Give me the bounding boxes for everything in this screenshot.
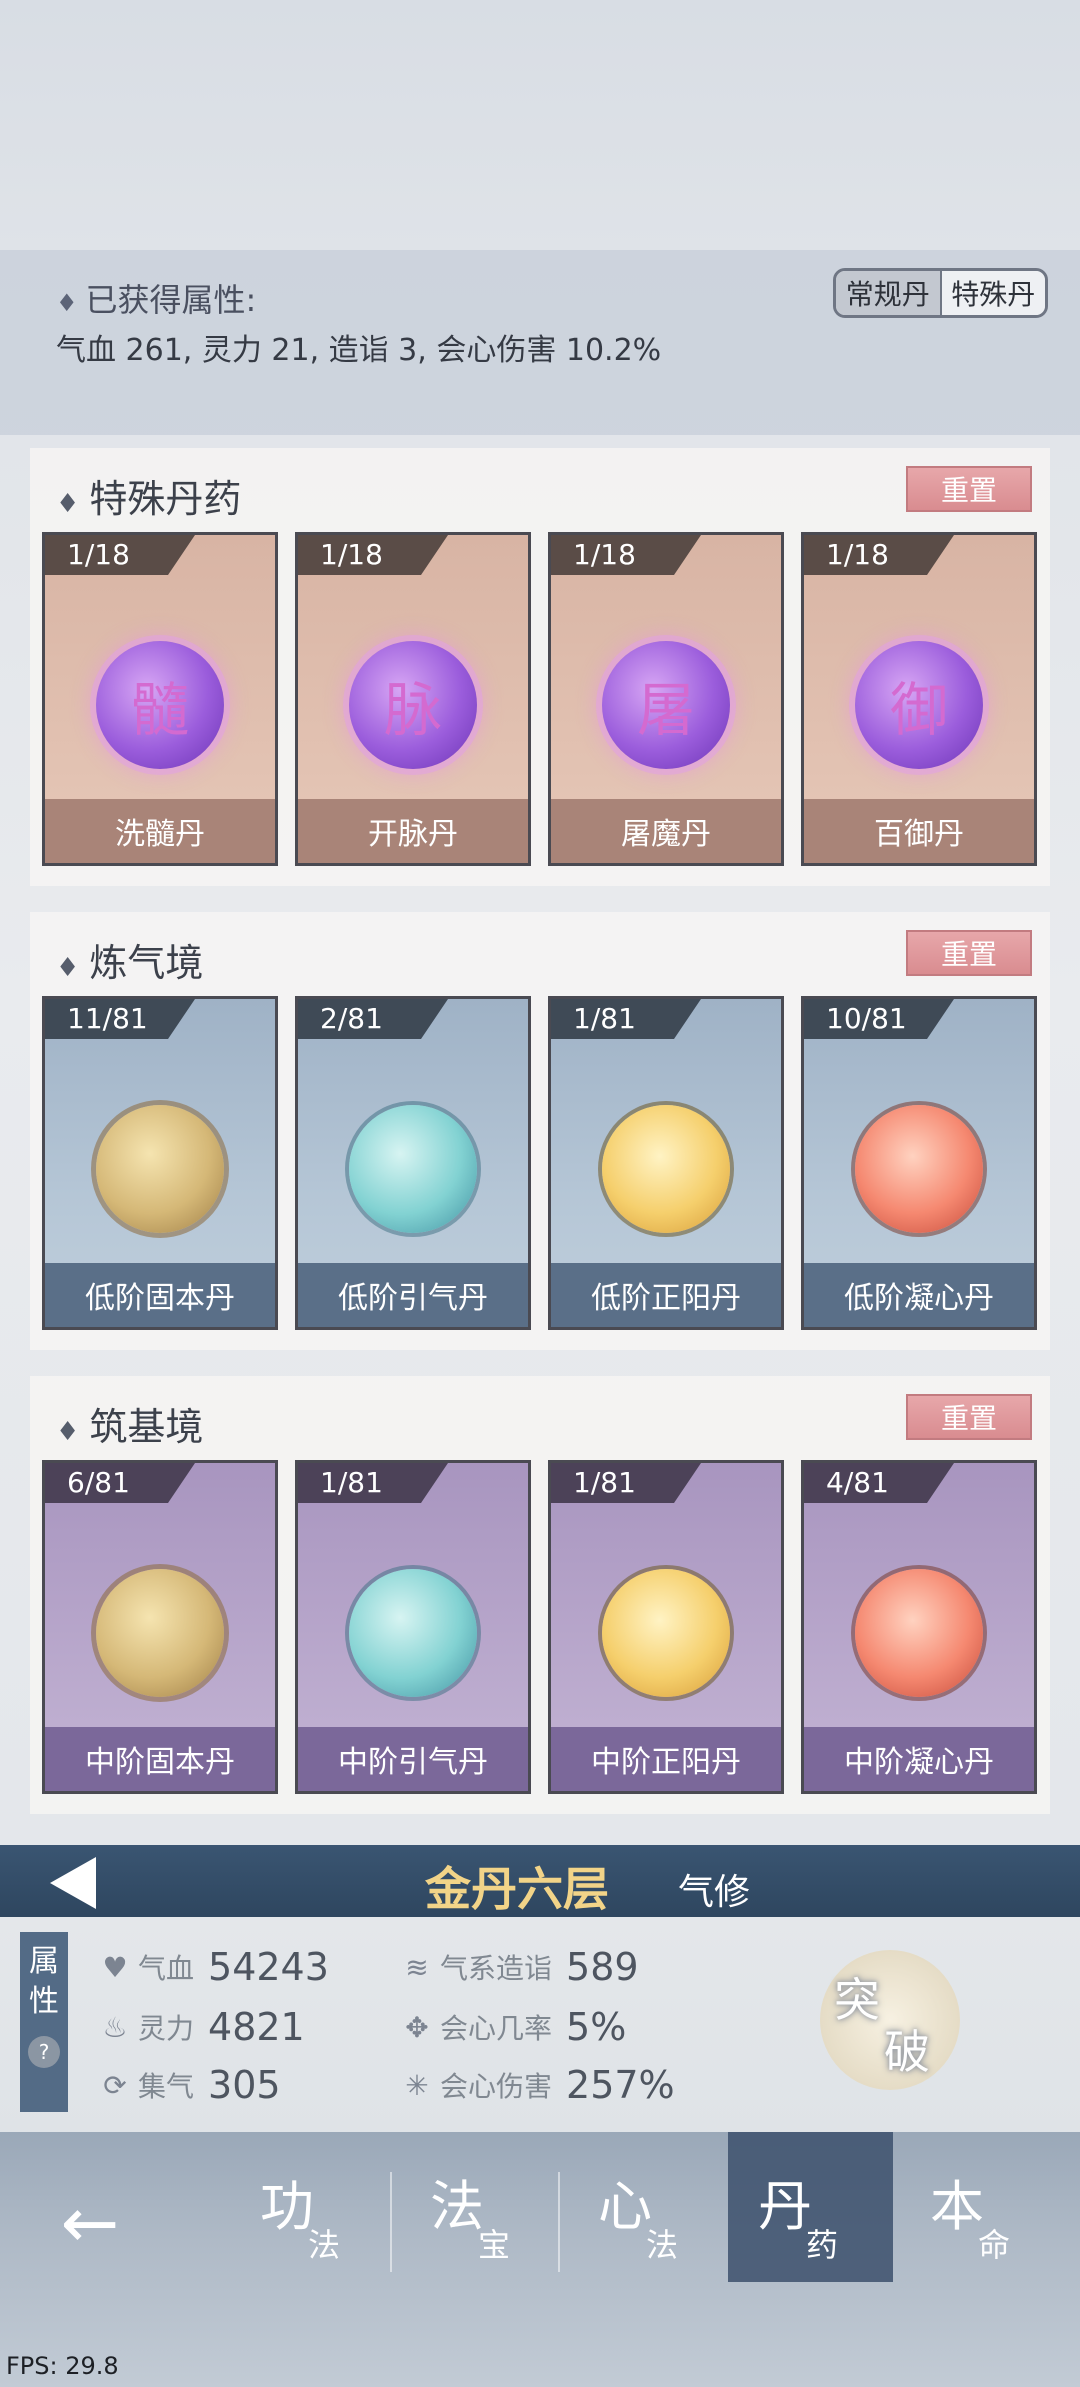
pill-name: 中阶引气丹 — [298, 1727, 528, 1791]
breakthrough-button[interactable]: 突 破 — [820, 1950, 960, 2090]
pill-count: 1/81 — [298, 1463, 448, 1503]
pill-name: 中阶正阳丹 — [551, 1727, 781, 1791]
qi-guiding-pill-icon — [349, 1569, 477, 1698]
pill-name: 中阶凝心丹 — [804, 1727, 1034, 1791]
pill-card[interactable]: 11/81 低阶固本丹 — [42, 996, 278, 1330]
pill-name: 中阶固本丹 — [45, 1727, 275, 1791]
toggle-special-pill[interactable]: 特殊丹 — [941, 271, 1045, 315]
meridian-pill-icon: 脉 — [349, 641, 477, 770]
pill-card[interactable]: 1/81 低阶正阳丹 — [548, 996, 784, 1330]
reset-button[interactable]: 重置 — [906, 930, 1032, 976]
pill-name: 洗髓丹 — [45, 799, 275, 863]
pill-name: 低阶引气丹 — [298, 1263, 528, 1327]
stats-tab[interactable]: 属 性 ? — [20, 1932, 68, 2112]
realm-name: 金丹六层 — [425, 1862, 609, 1916]
pill-card[interactable]: 1/18 脉 开脉丹 — [295, 532, 531, 866]
reset-button[interactable]: 重置 — [906, 466, 1032, 512]
pill-name: 低阶正阳丹 — [551, 1263, 781, 1327]
back-arrow-icon[interactable]: ← — [50, 2182, 130, 2264]
pill-count: 6/81 — [45, 1463, 195, 1503]
tab-natal[interactable]: 本 命 — [900, 2162, 1050, 2282]
crit-damage-icon: ✳ — [405, 2068, 429, 2102]
help-icon[interactable]: ? — [28, 2036, 60, 2068]
tab-mind-arts[interactable]: 心 法 — [568, 2162, 718, 2282]
toggle-regular-pill[interactable]: 常规丹 — [836, 271, 942, 315]
section-title: ♦ 特殊丹药 — [56, 477, 242, 521]
defense-pill-icon: 御 — [855, 641, 983, 770]
cultivation-type: 气修 — [678, 1872, 751, 1913]
yang-pill-icon — [602, 1569, 730, 1698]
attribute-title-text: 已获得属性: — [85, 281, 257, 319]
pill-card[interactable]: 1/18 御 百御丹 — [801, 532, 1037, 866]
pill-card[interactable]: 1/18 髓 洗髓丹 — [42, 532, 278, 866]
foundation-pill-icon — [96, 1105, 224, 1234]
tab-pills[interactable]: 丹 药 — [728, 2132, 893, 2282]
heart-focus-pill-icon — [855, 1569, 983, 1698]
wind-icon: ≋ — [405, 1950, 429, 1984]
fps-counter: FPS: 29.8 — [6, 2352, 119, 2380]
crit-rate-icon: ✥ — [405, 2010, 429, 2044]
stat-crit-rate: ✥ 会心几率 5% — [400, 2005, 626, 2049]
yang-pill-icon — [602, 1105, 730, 1234]
pill-count: 1/18 — [804, 535, 954, 575]
pill-count: 1/81 — [551, 1463, 701, 1503]
pill-card[interactable]: 1/18 屠 屠魔丹 — [548, 532, 784, 866]
diamond-icon: ♦ — [56, 289, 78, 317]
pill-type-toggle[interactable]: 常规丹 特殊丹 — [833, 268, 1048, 318]
nav-divider — [558, 2172, 560, 2272]
diamond-icon: ♦ — [56, 489, 80, 519]
demon-slaying-pill-icon: 屠 — [602, 641, 730, 770]
bottom-nav: ← 功 法 法 宝 心 法 丹 药 本 命 — [0, 2132, 1080, 2387]
pill-count: 1/18 — [298, 535, 448, 575]
pill-count: 2/81 — [298, 999, 448, 1039]
pill-count: 1/81 — [551, 999, 701, 1039]
pill-name: 百御丹 — [804, 799, 1034, 863]
pill-card[interactable]: 10/81 低阶凝心丹 — [801, 996, 1037, 1330]
qi-guiding-pill-icon — [349, 1105, 477, 1234]
stat-qi-mastery: ≋ 气系造诣 589 — [400, 1945, 638, 1989]
pill-name: 开脉丹 — [298, 799, 528, 863]
collapse-arrow-icon[interactable] — [50, 1857, 96, 1909]
reset-button[interactable]: 重置 — [906, 1394, 1032, 1440]
pill-card[interactable]: 1/81 中阶正阳丹 — [548, 1460, 784, 1794]
attribute-title: ♦ 已获得属性: — [56, 275, 256, 321]
section-title: ♦ 炼气境 — [56, 941, 204, 985]
section-foundation-building: ♦ 筑基境 重置 6/81 中阶固本丹 1/81 中阶引气丹 1/81 中阶正阳丹… — [30, 1376, 1050, 1814]
pill-count: 4/81 — [804, 1463, 954, 1503]
realm-bar: 金丹六层 气修 — [0, 1845, 1080, 1917]
pill-count: 1/18 — [551, 535, 701, 575]
tab-treasures[interactable]: 法 宝 — [400, 2162, 550, 2282]
pill-count: 10/81 — [804, 999, 954, 1039]
flame-icon: ♨ — [102, 2010, 128, 2044]
section-qi-refining: ♦ 炼气境 重置 11/81 低阶固本丹 2/81 低阶引气丹 1/81 低阶正阳… — [30, 912, 1050, 1350]
tab-techniques[interactable]: 功 法 — [230, 2162, 380, 2282]
section-title: ♦ 筑基境 — [56, 1405, 204, 1449]
heart-focus-pill-icon — [855, 1105, 983, 1234]
swirl-icon: ⟳ — [103, 2068, 127, 2102]
marrow-pill-icon: 髓 — [96, 641, 224, 770]
stat-spirit: ♨ 灵力 4821 — [98, 2005, 304, 2049]
diamond-icon: ♦ — [56, 1417, 80, 1447]
nav-divider — [390, 2172, 392, 2272]
heart-icon: ♥ — [102, 1950, 128, 1984]
pill-count: 11/81 — [45, 999, 195, 1039]
foundation-pill-icon — [96, 1569, 224, 1698]
pill-name: 低阶凝心丹 — [804, 1263, 1034, 1327]
stat-gather-qi: ⟳ 集气 305 — [98, 2063, 280, 2107]
stat-crit-damage: ✳ 会心伤害 257% — [400, 2063, 674, 2107]
pill-card[interactable]: 6/81 中阶固本丹 — [42, 1460, 278, 1794]
section-special-pills: ♦ 特殊丹药 重置 1/18 髓 洗髓丹 1/18 脉 开脉丹 1/18 屠 屠魔… — [30, 448, 1050, 886]
pill-card[interactable]: 2/81 低阶引气丹 — [295, 996, 531, 1330]
pill-count: 1/18 — [45, 535, 195, 575]
diamond-icon: ♦ — [56, 953, 80, 983]
pill-name: 低阶固本丹 — [45, 1263, 275, 1327]
pill-card[interactable]: 1/81 中阶引气丹 — [295, 1460, 531, 1794]
stat-hp: ♥ 气血 54243 — [98, 1945, 328, 1989]
pill-card[interactable]: 4/81 中阶凝心丹 — [801, 1460, 1037, 1794]
pill-name: 屠魔丹 — [551, 799, 781, 863]
attribute-values: 气血 261, 灵力 21, 造诣 3, 会心伤害 10.2% — [56, 333, 662, 368]
